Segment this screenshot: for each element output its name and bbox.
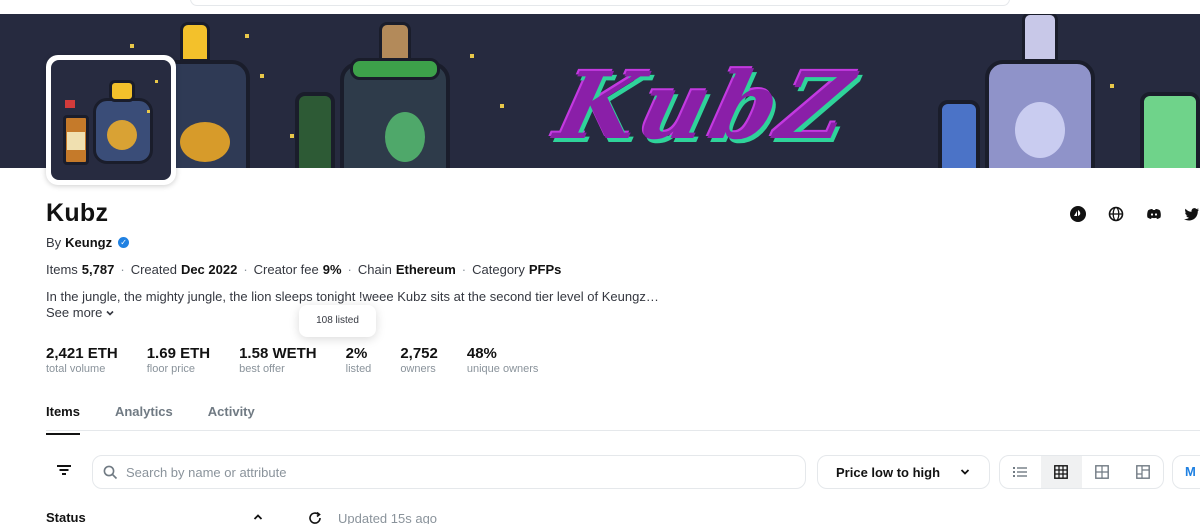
large-grid-view-button[interactable] [1082,456,1123,488]
collection-title: Kubz [46,199,109,227]
see-more-button[interactable]: See more [46,305,115,320]
verified-badge-icon: ✓ [118,237,130,248]
tabs-divider [46,430,1200,431]
star-decoration [290,134,294,138]
creator-byline: By Keungz ✓ [46,235,130,250]
bottle-illustration [340,22,450,168]
twitter-icon[interactable] [1184,206,1200,222]
bottle-illustration [985,14,1095,168]
opensea-icon[interactable] [1070,206,1086,222]
grid-view-icon [1054,465,1069,479]
meta-items: Items 5,787 [46,262,115,277]
discord-icon[interactable] [1146,206,1162,222]
small-bottle-illustration [1140,92,1200,168]
stat-total-volume[interactable]: 2,421 ETH total volume [46,345,118,375]
see-more-label: See more [46,305,103,320]
list-view-button[interactable] [1000,456,1041,488]
stat-listed[interactable]: 2% listed [346,345,372,375]
refresh-icon[interactable] [308,511,322,524]
status-filter-heading[interactable]: Status [46,510,86,524]
collection-description: In the jungle, the mighty jungle, the li… [46,289,659,304]
sort-label: Price low to high [836,464,941,480]
search-icon [103,465,118,479]
star-decoration [260,74,264,78]
sort-dropdown[interactable]: Price low to high [817,455,990,489]
collection-avatar [46,55,176,185]
listed-tooltip: 108 listed [299,305,376,337]
chevron-up-icon[interactable] [252,511,264,523]
search-input[interactable] [126,464,786,480]
chevron-down-icon [106,310,114,316]
list-view-icon [1013,467,1028,477]
mosaic-view-icon [1135,465,1150,479]
small-bottle-illustration [938,100,980,168]
star-decoration [1110,84,1114,88]
filter-icon [57,465,71,475]
collection-meta: Items 5,787 · Created Dec 2022 · Creator f… [46,262,561,277]
stat-best-offer[interactable]: 1.58 WETH best offer [239,345,317,375]
meta-category: Category PFPs [472,262,562,277]
global-search-edge[interactable] [190,0,1010,6]
globe-icon[interactable] [1108,206,1124,222]
view-mode-toggle [999,455,1164,489]
meta-chain: Chain Ethereum [357,262,456,277]
stat-unique-owners[interactable]: 48% unique owners [467,345,539,375]
stat-floor-price[interactable]: 1.69 ETH floor price [147,345,210,375]
meta-separator: · [461,262,467,277]
meta-separator: · [120,262,125,277]
filter-toggle-button[interactable] [52,458,76,482]
avatar-image [51,60,171,180]
make-offer-button[interactable]: M [1172,455,1200,489]
star-decoration [500,104,504,108]
large-grid-view-icon [1094,465,1109,479]
top-strip [0,0,1200,14]
creator-link[interactable]: Keungz [65,235,112,250]
social-links [1070,206,1200,222]
stat-owners[interactable]: 2,752 owners [400,345,438,375]
by-label: By [46,235,62,250]
collection-stats: 2,421 ETH total volume 1.69 ETH floor pric… [46,345,567,375]
chevron-down-icon [960,469,970,475]
meta-created: Created Dec 2022 [130,262,238,277]
meta-creator-fee: Creator fee 9% [253,262,342,277]
last-updated-text: Updated 15s ago [338,511,438,524]
collection-banner: KubZ [0,14,1200,168]
small-bottle-illustration [295,92,335,168]
item-search-box[interactable] [92,455,806,489]
grid-view-button[interactable] [1040,456,1082,488]
star-decoration [130,44,134,48]
meta-separator: · [243,262,248,277]
star-decoration [470,54,474,58]
meta-separator: · [347,262,352,277]
banner-logo-text: KubZ [546,52,866,160]
mosaic-view-button[interactable] [1122,456,1163,488]
